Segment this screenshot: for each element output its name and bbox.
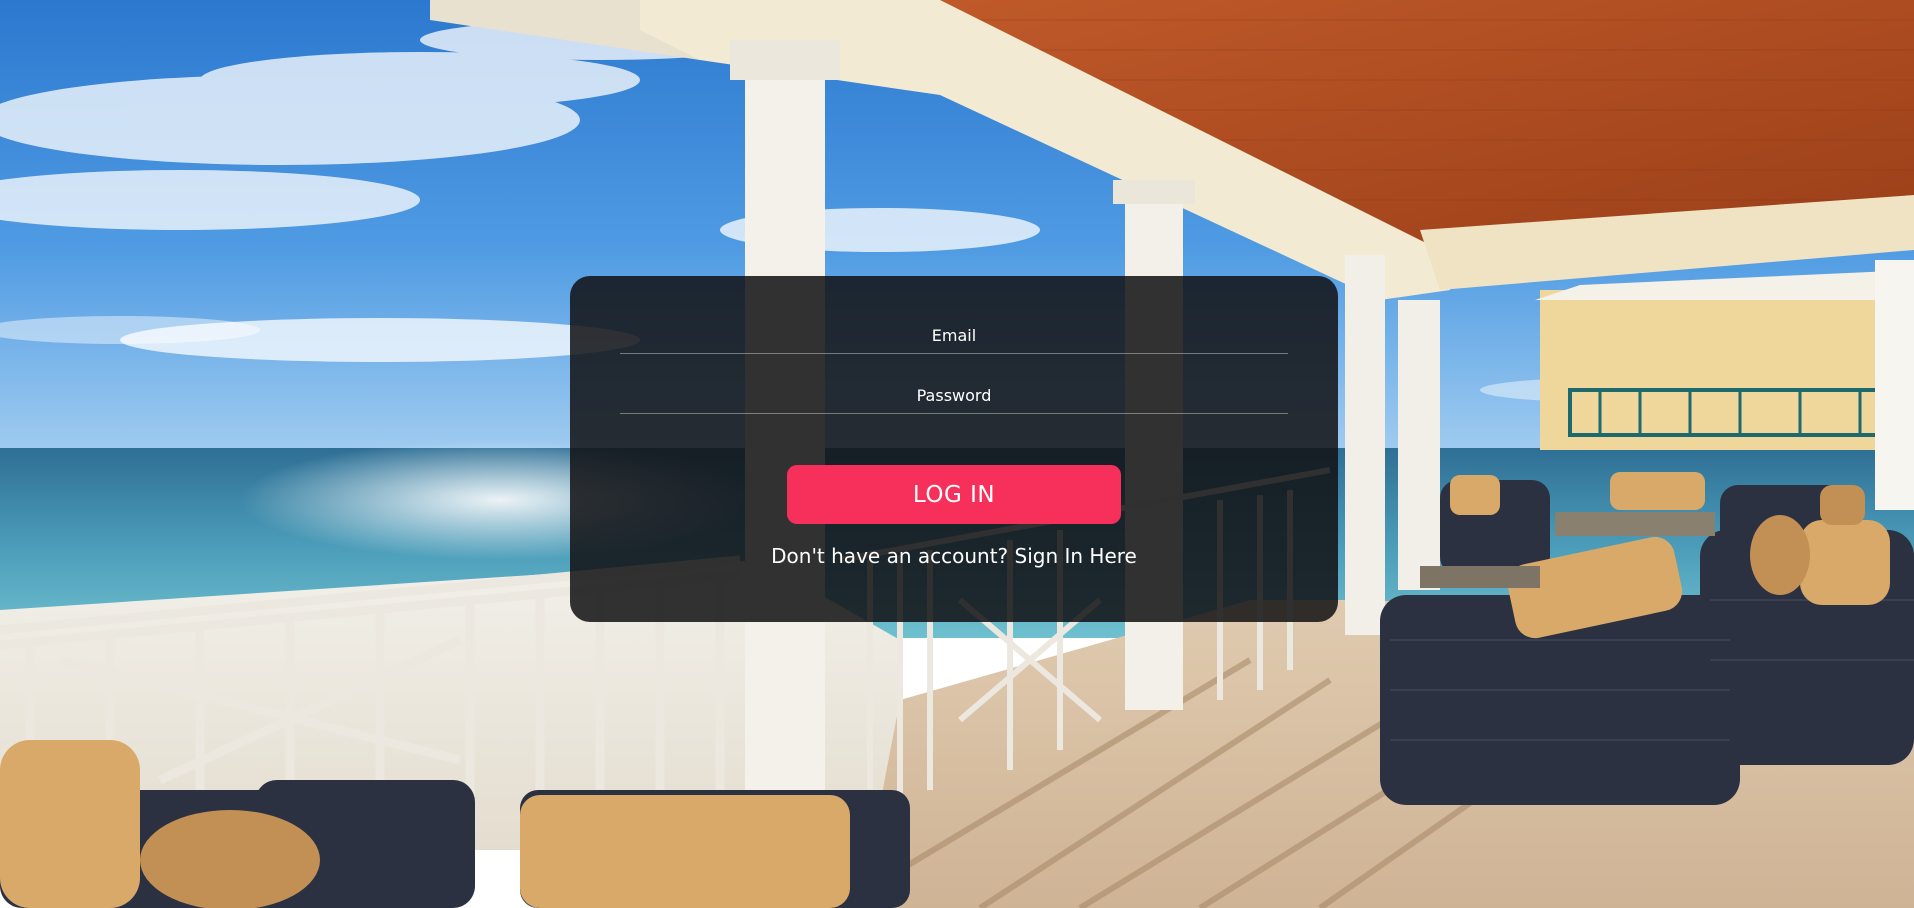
- login-panel: LOG IN Don't have an account? Sign In He…: [570, 276, 1338, 622]
- email-field-wrapper: [620, 314, 1288, 354]
- password-input[interactable]: [620, 374, 1288, 413]
- sign-in-here-link[interactable]: Sign In Here: [1015, 544, 1137, 568]
- login-button[interactable]: LOG IN: [787, 465, 1121, 524]
- signup-prompt-text: Don't have an account?: [771, 544, 1009, 568]
- password-field-wrapper: [620, 374, 1288, 414]
- email-input[interactable]: [620, 314, 1288, 353]
- signup-prompt: Don't have an account? Sign In Here: [570, 544, 1338, 568]
